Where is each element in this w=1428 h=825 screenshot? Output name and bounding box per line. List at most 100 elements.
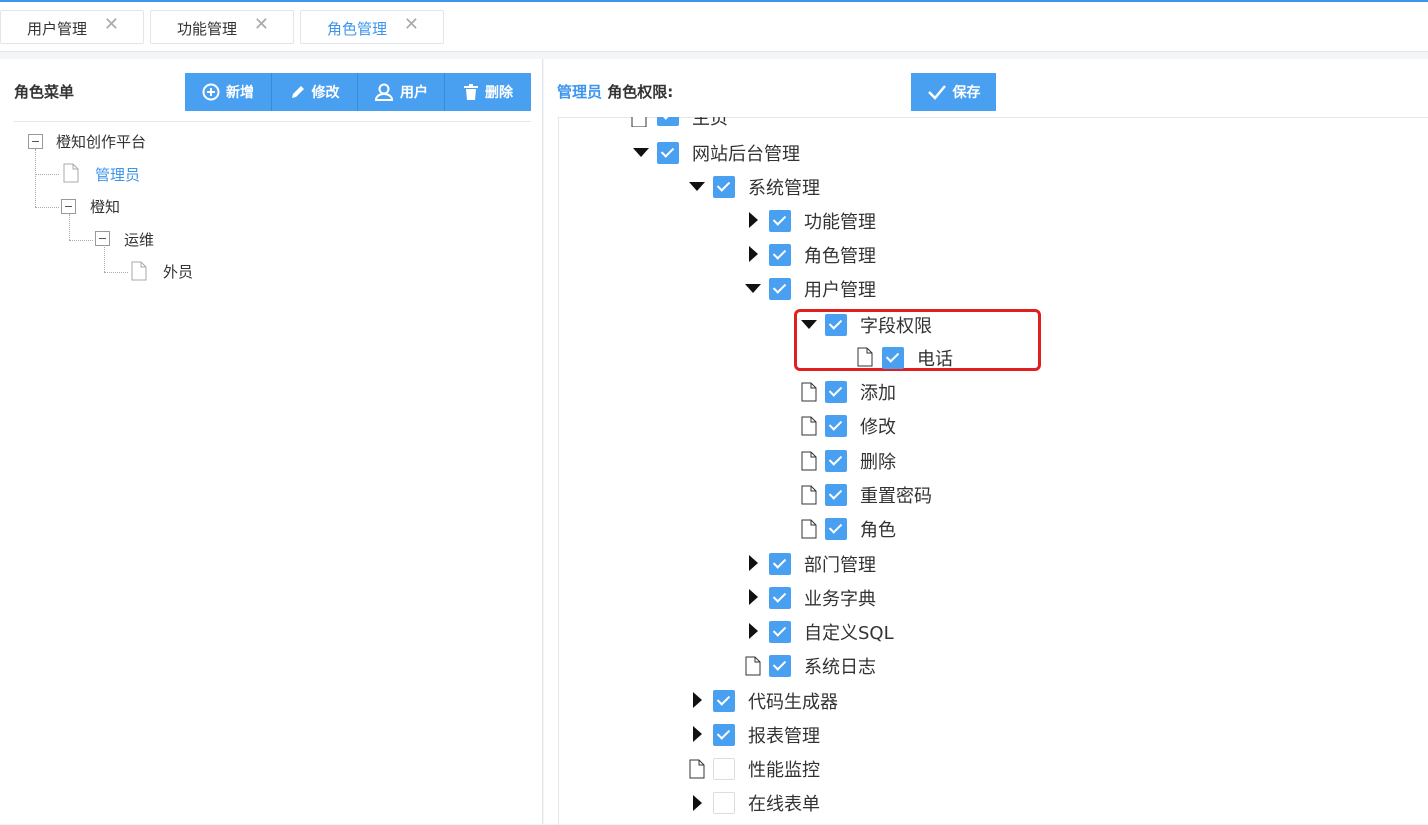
- node-label[interactable]: 系统管理: [748, 174, 820, 200]
- close-icon[interactable]: ✕: [254, 14, 269, 35]
- node-label[interactable]: 重置密码: [860, 482, 932, 508]
- node-label[interactable]: 代码生成器: [748, 688, 838, 714]
- expand-toggle[interactable]: [688, 794, 706, 812]
- expand-toggle[interactable]: [688, 177, 706, 195]
- checkbox[interactable]: [713, 758, 735, 780]
- node-label[interactable]: 报表管理: [748, 722, 820, 748]
- checkbox[interactable]: [769, 210, 791, 232]
- checkbox[interactable]: [769, 553, 791, 575]
- node-label[interactable]: 网站后台管理: [692, 140, 800, 166]
- tree-connector: [104, 247, 105, 272]
- permission-header: 管理员 角色权限:: [557, 81, 673, 102]
- node-label[interactable]: 部门管理: [804, 551, 876, 577]
- expand-toggle[interactable]: [688, 725, 706, 743]
- close-icon[interactable]: ✕: [404, 14, 419, 35]
- tree-node-admin[interactable]: 管理员: [95, 164, 140, 185]
- tab-label: 功能管理: [177, 20, 238, 38]
- edit-label: 修改: [311, 85, 340, 101]
- file-icon: [801, 451, 817, 471]
- add-button[interactable]: 新增: [185, 73, 272, 111]
- checkbox[interactable]: [713, 792, 735, 814]
- checkbox[interactable]: [882, 347, 904, 369]
- divider: [14, 121, 531, 122]
- node-label[interactable]: 用户管理: [804, 276, 876, 302]
- delete-label: 删除: [485, 85, 513, 101]
- file-icon: [801, 485, 817, 505]
- node-label[interactable]: 自定义SQL: [804, 619, 894, 645]
- checkbox[interactable]: [713, 690, 735, 712]
- node-label[interactable]: 业务字典: [804, 585, 876, 611]
- tree-connector: [35, 149, 36, 207]
- tree-connector: [104, 272, 128, 273]
- tree-connector: [35, 174, 59, 175]
- collapse-icon[interactable]: [28, 134, 43, 149]
- node-label[interactable]: 修改: [860, 413, 896, 439]
- tab-role-management[interactable]: 角色管理 ✕: [300, 10, 444, 44]
- tree-connector: [69, 214, 70, 240]
- tree-node-chengzhi[interactable]: 橙知: [90, 196, 120, 217]
- checkbox[interactable]: [713, 176, 735, 198]
- tab-function-management[interactable]: 功能管理 ✕: [150, 10, 294, 44]
- node-label[interactable]: 功能管理: [804, 208, 876, 234]
- checkbox[interactable]: [825, 314, 847, 336]
- collapse-icon[interactable]: [61, 199, 76, 214]
- checkbox[interactable]: [769, 278, 791, 300]
- plus-circle-icon: [202, 83, 220, 101]
- node-label: 主页: [692, 117, 728, 127]
- checkbox[interactable]: [769, 655, 791, 677]
- checkbox[interactable]: [657, 142, 679, 164]
- pencil-icon: [291, 86, 304, 98]
- expand-toggle[interactable]: [744, 211, 762, 229]
- delete-button[interactable]: 删除: [445, 73, 531, 111]
- checkbox[interactable]: [657, 117, 679, 126]
- node-label[interactable]: 角色: [860, 516, 896, 542]
- node-label[interactable]: 角色管理: [804, 242, 876, 268]
- node-label[interactable]: 删除: [860, 448, 896, 474]
- checkbox[interactable]: [825, 518, 847, 540]
- expand-toggle[interactable]: [744, 279, 762, 297]
- checkbox[interactable]: [769, 621, 791, 643]
- checkbox[interactable]: [769, 587, 791, 609]
- checkbox[interactable]: [825, 415, 847, 437]
- file-icon: [63, 163, 79, 183]
- node-label[interactable]: 添加: [860, 379, 896, 405]
- node-label[interactable]: 在线表单: [748, 790, 820, 816]
- node-label[interactable]: 性能监控: [748, 756, 820, 782]
- user-label: 用户: [400, 85, 428, 101]
- save-button[interactable]: 保存: [911, 73, 996, 111]
- check-icon: [927, 85, 946, 100]
- expand-toggle[interactable]: [744, 622, 762, 640]
- expand-toggle[interactable]: [688, 691, 706, 709]
- tree-connector: [69, 240, 93, 241]
- collapse-icon[interactable]: [95, 231, 110, 246]
- add-label: 新增: [226, 85, 254, 101]
- user-button[interactable]: 用户: [358, 73, 445, 111]
- file-icon: [801, 416, 817, 436]
- expand-toggle[interactable]: [632, 143, 650, 161]
- expand-toggle[interactable]: [744, 245, 762, 263]
- expand-toggle[interactable]: [744, 588, 762, 606]
- tree-connector: [35, 207, 59, 208]
- node-label[interactable]: 字段权限: [860, 312, 932, 338]
- tree-node-root[interactable]: 橙知创作平台: [56, 131, 146, 152]
- checkbox[interactable]: [769, 244, 791, 266]
- file-icon: [801, 382, 817, 402]
- node-label[interactable]: 系统日志: [804, 653, 876, 679]
- checkbox[interactable]: [825, 484, 847, 506]
- tab-user-management[interactable]: 用户管理 ✕: [0, 10, 144, 44]
- tree-node-ops[interactable]: 运维: [124, 229, 154, 250]
- close-icon[interactable]: ✕: [104, 14, 119, 35]
- checkbox[interactable]: [825, 381, 847, 403]
- tree-node-external[interactable]: 外员: [163, 261, 193, 282]
- expand-toggle[interactable]: [800, 315, 818, 333]
- user-icon: [374, 83, 394, 101]
- checkbox[interactable]: [713, 724, 735, 746]
- node-label[interactable]: 电话: [917, 345, 953, 371]
- expand-toggle[interactable]: [744, 554, 762, 572]
- selected-role-name: 管理员: [557, 83, 603, 101]
- edit-button[interactable]: 修改: [272, 73, 358, 111]
- file-icon: [801, 519, 817, 539]
- permission-tree: [558, 117, 1428, 825]
- file-icon: [131, 261, 147, 281]
- checkbox[interactable]: [825, 450, 847, 472]
